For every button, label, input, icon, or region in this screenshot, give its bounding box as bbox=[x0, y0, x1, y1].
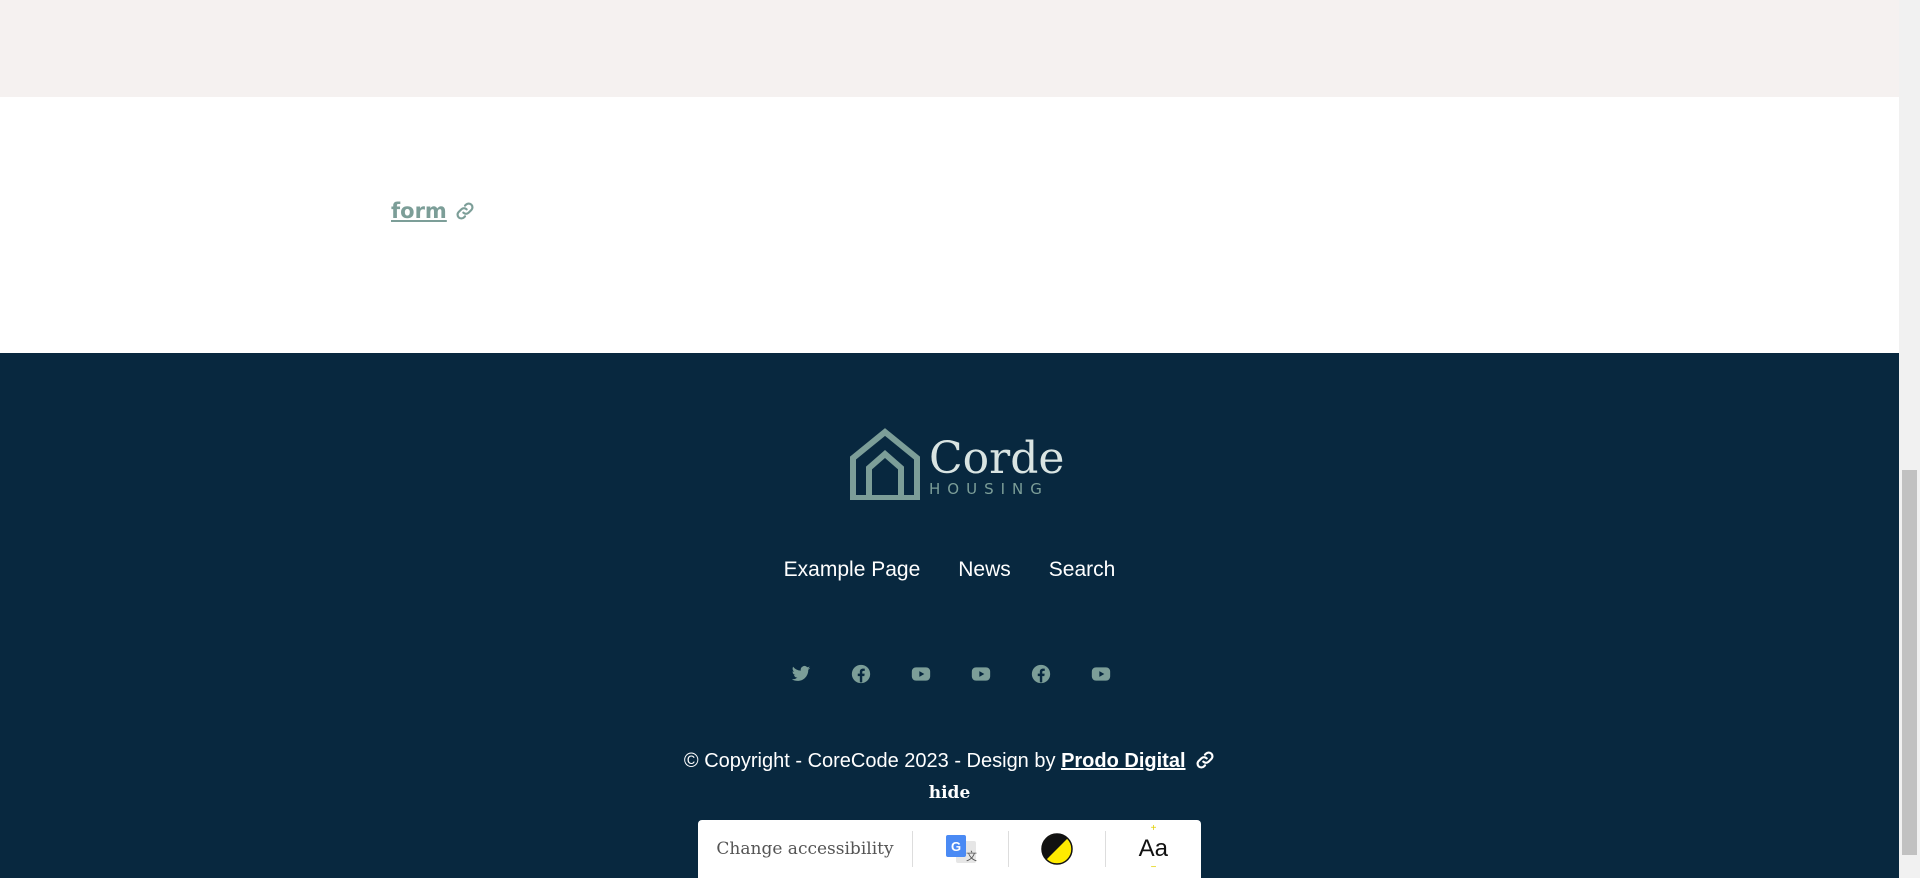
nav-example-page[interactable]: Example Page bbox=[784, 558, 921, 582]
translate-button[interactable]: G 文 bbox=[913, 820, 1008, 878]
footer-nav: Example Page News Search bbox=[0, 558, 1899, 582]
form-link[interactable]: form bbox=[391, 199, 475, 223]
top-band bbox=[0, 0, 1899, 97]
twitter-icon[interactable] bbox=[790, 664, 812, 684]
hide-button[interactable]: hide bbox=[0, 783, 1899, 803]
scrollbar[interactable] bbox=[1899, 0, 1920, 878]
google-translate-icon: G 文 bbox=[945, 835, 977, 863]
footer: Corde HOUSING Example Page News Search ©… bbox=[0, 353, 1899, 878]
form-link-label: form bbox=[391, 199, 447, 223]
copyright: © Copyright - CoreCode 2023 - Design by … bbox=[0, 750, 1899, 773]
youtube-icon[interactable] bbox=[910, 664, 932, 684]
accessibility-bar: Change accessibility G 文 Aa + − bbox=[698, 820, 1201, 878]
prodo-digital-link[interactable]: Prodo Digital bbox=[1061, 750, 1185, 772]
facebook-icon[interactable] bbox=[1030, 664, 1052, 684]
social-links bbox=[790, 664, 1112, 684]
link-icon bbox=[1196, 751, 1214, 769]
facebook-icon[interactable] bbox=[850, 664, 872, 684]
text-size-icon: Aa + − bbox=[1138, 823, 1168, 873]
youtube-icon[interactable] bbox=[1090, 664, 1112, 684]
content-section bbox=[0, 97, 1899, 353]
nav-news[interactable]: News bbox=[958, 558, 1011, 582]
contrast-icon bbox=[1041, 833, 1073, 865]
youtube-icon[interactable] bbox=[970, 664, 992, 684]
contrast-button[interactable] bbox=[1009, 820, 1104, 878]
svg-text:文: 文 bbox=[966, 849, 977, 863]
logo-title: Corde bbox=[929, 433, 1065, 484]
scrollbar-thumb[interactable] bbox=[1902, 470, 1917, 855]
nav-search[interactable]: Search bbox=[1049, 558, 1116, 582]
link-icon bbox=[456, 202, 474, 220]
text-size-button[interactable]: Aa + − bbox=[1106, 820, 1201, 878]
logo-subtitle: HOUSING bbox=[929, 480, 1049, 498]
copyright-text: © Copyright - CoreCode 2023 - Design by bbox=[683, 750, 1056, 772]
corde-housing-logo[interactable]: Corde HOUSING bbox=[849, 428, 1064, 500]
change-accessibility-label: Change accessibility bbox=[716, 839, 894, 859]
svg-text:G: G bbox=[951, 839, 961, 854]
house-logo-icon bbox=[850, 428, 920, 500]
